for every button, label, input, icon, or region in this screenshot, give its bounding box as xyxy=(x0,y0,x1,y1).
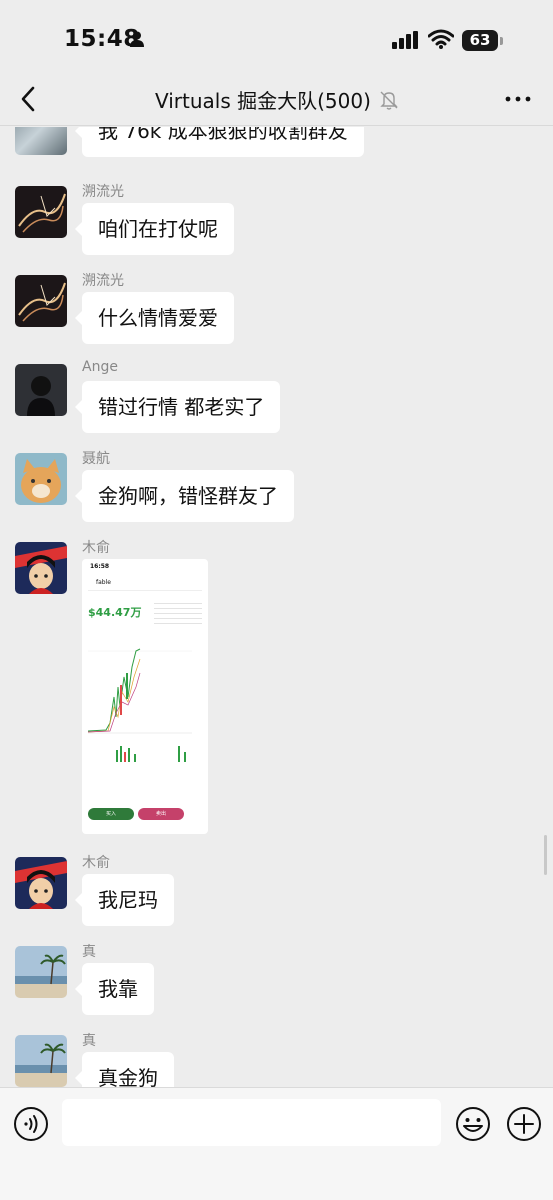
sender-name: 溯流光 xyxy=(82,273,124,289)
sender-name: 聂航 xyxy=(82,451,110,467)
avatar[interactable] xyxy=(15,127,67,155)
mute-bell-icon xyxy=(380,91,398,110)
avatar[interactable] xyxy=(15,857,67,909)
shared-image-time: 16:58 xyxy=(90,563,110,570)
shared-image-price: $44.47万 xyxy=(88,606,142,619)
avatar[interactable] xyxy=(15,453,67,505)
battery-tip xyxy=(500,37,503,45)
status-bar: 15:48 63 xyxy=(0,0,553,80)
message-bubble[interactable]: 错过行情 都老实了 xyxy=(74,381,281,433)
sender-name: 木俞 xyxy=(82,540,110,556)
message-bubble[interactable]: 金狗啊，错怪群友了 xyxy=(75,470,294,522)
chat-messages[interactable]: 我 76k 成本狠狠的收割群友 溯流光 咱们在打仗呢 溯流光 什么情情爱爱 An… xyxy=(0,127,553,1087)
wifi-icon xyxy=(428,29,454,49)
person-icon xyxy=(130,31,144,47)
chat-message: Ange 错过行情 都老实了 xyxy=(0,357,553,437)
shared-image-tabs xyxy=(88,590,202,591)
message-bubble[interactable]: 咱们在打仗呢 xyxy=(75,203,234,255)
emoji-icon[interactable] xyxy=(455,1106,491,1142)
message-bubble[interactable]: 我靠 xyxy=(75,963,154,1015)
chat-title: Virtuals 掘金大队(500) xyxy=(154,89,371,113)
shared-image-chart xyxy=(88,648,192,734)
avatar[interactable] xyxy=(15,946,67,998)
sender-name: 真 xyxy=(82,944,96,960)
plus-icon[interactable] xyxy=(506,1106,542,1142)
battery-indicator: 63 xyxy=(462,30,498,51)
chat-message: 溯流光 什么情情爱爱 xyxy=(0,268,553,348)
avatar[interactable] xyxy=(15,364,67,416)
chat-message: 木俞 我尼玛 xyxy=(0,850,553,930)
chat-message: 我 76k 成本狠狠的收割群友 xyxy=(0,127,553,165)
avatar[interactable] xyxy=(15,542,67,594)
voice-icon[interactable] xyxy=(13,1106,49,1142)
sender-name: 木俞 xyxy=(82,855,110,871)
chat-title-group: Virtuals 掘金大队(500) xyxy=(0,85,553,114)
chat-message: 溯流光 咱们在打仗呢 xyxy=(0,179,553,259)
shared-image-sell-button: 卖出 xyxy=(138,808,184,820)
chat-header: Virtuals 掘金大队(500) xyxy=(0,72,553,126)
avatar[interactable] xyxy=(15,1035,67,1087)
avatar[interactable] xyxy=(15,186,67,238)
status-time: 15:48 xyxy=(64,26,140,52)
shared-image-token: fable xyxy=(96,579,111,586)
sender-name: Ange xyxy=(82,359,118,375)
shared-image[interactable]: 16:58 fable $44.47万 买入 卖出 xyxy=(82,559,208,834)
message-bubble[interactable]: 什么情情爱爱 xyxy=(75,292,234,344)
chat-message: 真 我靠 xyxy=(0,939,553,1019)
shared-image-buy-button: 买入 xyxy=(88,808,134,820)
shared-image-stats xyxy=(154,599,202,625)
message-bubble[interactable]: 我尼玛 xyxy=(75,874,174,926)
message-bubble[interactable]: 我 76k 成本狠狠的收割群友 xyxy=(75,127,364,157)
chat-message: 聂航 金狗啊，错怪群友了 xyxy=(0,446,553,526)
scrollbar-thumb[interactable] xyxy=(544,835,547,875)
chat-message: 木俞 16:58 fable $44.47万 买入 卖出 xyxy=(0,535,553,835)
chat-message: 真 真金狗 xyxy=(0,1028,553,1087)
shared-image-volume xyxy=(116,746,186,762)
sender-name: 溯流光 xyxy=(82,184,124,200)
message-input[interactable] xyxy=(62,1099,441,1146)
more-icon[interactable] xyxy=(503,84,533,114)
cellular-signal-icon xyxy=(392,31,418,49)
message-bubble[interactable]: 真金狗 xyxy=(75,1052,174,1087)
avatar[interactable] xyxy=(15,275,67,327)
sender-name: 真 xyxy=(82,1033,96,1049)
message-input-bar xyxy=(0,1087,553,1200)
